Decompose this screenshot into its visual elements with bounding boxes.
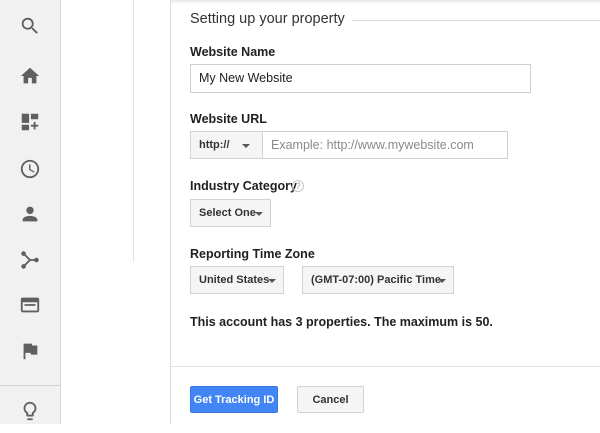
property-setup-form: Setting up your property Website Name My… — [171, 0, 600, 424]
website-url-label: Website URL — [190, 112, 267, 126]
industry-category-label: Industry Category — [190, 179, 297, 193]
panel-divider — [133, 0, 134, 262]
chevron-down-icon — [268, 279, 276, 283]
cancel-button[interactable]: Cancel — [297, 386, 364, 413]
website-name-input[interactable]: My New Website — [190, 64, 531, 93]
help-icon[interactable]: ? — [292, 180, 304, 192]
acquisition-nav-button[interactable] — [0, 238, 60, 282]
timezone-dropdown[interactable]: (GMT-07:00) Pacific Time — [302, 266, 454, 294]
person-icon — [22, 206, 38, 222]
lightbulb-icon — [23, 401, 37, 421]
acquisition-icon — [21, 251, 39, 269]
website-url-input[interactable]: Example: http://www.mywebsite.com — [263, 131, 508, 159]
web-page-icon — [20, 297, 40, 313]
section-title: Setting up your property — [190, 11, 345, 27]
footer-divider — [171, 366, 600, 367]
realtime-nav-button[interactable] — [0, 147, 60, 191]
protocol-dropdown[interactable]: http:// — [190, 131, 263, 159]
dashboard-add-icon — [21, 113, 39, 131]
website-name-label: Website Name — [190, 45, 276, 59]
audience-nav-button[interactable] — [0, 192, 60, 236]
customization-nav-button[interactable] — [0, 100, 60, 144]
industry-selected-value: Select One — [199, 207, 256, 219]
secondary-panel — [62, 0, 171, 424]
conversions-nav-button[interactable] — [0, 329, 60, 373]
home-nav-button[interactable] — [0, 54, 60, 98]
top-shadow — [171, 0, 600, 4]
home-icon — [20, 67, 40, 84]
property-limit-note: This account has 3 properties. The maxim… — [190, 315, 493, 329]
chevron-down-icon — [255, 212, 263, 216]
section-rule — [352, 20, 600, 21]
protocol-value: http:// — [199, 139, 230, 151]
chevron-down-icon — [438, 279, 446, 283]
country-selected-value: United States — [199, 274, 270, 286]
behavior-nav-button[interactable] — [0, 283, 60, 327]
left-nav-rail — [0, 0, 61, 424]
chevron-down-icon — [242, 144, 250, 148]
reporting-time-zone-label: Reporting Time Zone — [190, 247, 315, 261]
discover-nav-button[interactable] — [0, 389, 60, 433]
country-dropdown[interactable]: United States — [190, 266, 284, 294]
search-icon — [21, 17, 38, 34]
flag-icon — [23, 343, 38, 360]
search-nav-button[interactable] — [0, 4, 60, 48]
rail-divider — [0, 385, 60, 386]
industry-category-dropdown[interactable]: Select One — [190, 199, 271, 227]
get-tracking-id-button[interactable]: Get Tracking ID — [190, 386, 278, 413]
clock-icon — [20, 159, 40, 179]
timezone-selected-value: (GMT-07:00) Pacific Time — [311, 274, 442, 286]
